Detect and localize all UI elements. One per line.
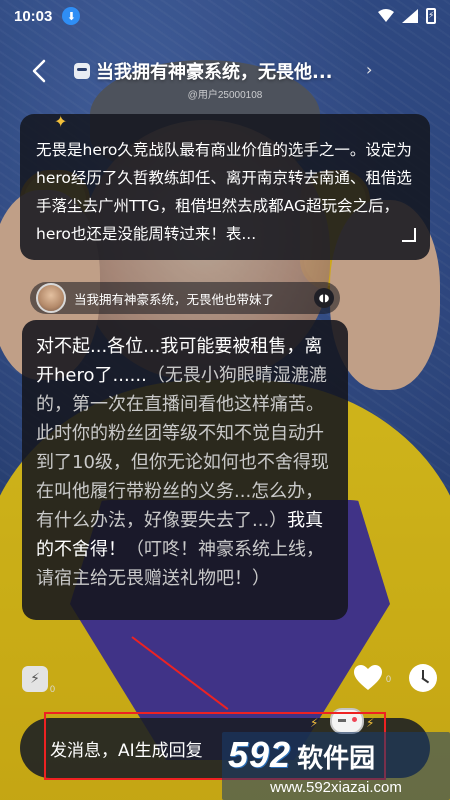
status-icons: ⚡ bbox=[378, 8, 436, 24]
watermark-name: 软件园 bbox=[297, 744, 376, 774]
heart-icon[interactable] bbox=[354, 665, 382, 691]
wifi-icon bbox=[378, 9, 394, 22]
intro-text: 无畏是hero久竞战队最有商业价值的选手之一。设定为hero经历了久哲教练卸任、… bbox=[36, 141, 412, 243]
right-actions: 0 bbox=[354, 664, 438, 692]
status-bar: 10:03 ⬇ ⚡ bbox=[0, 0, 450, 32]
message-bubble[interactable]: 对不起...各位...我可能要被租售，离开hero了......（无畏小狗眼睛湿… bbox=[22, 320, 348, 620]
chat-header: 当我拥有神豪系统，无畏他... › @用户25000108 bbox=[0, 50, 450, 101]
avatar[interactable] bbox=[36, 283, 66, 313]
watermark: 592 软件园 www.592xiazai.com bbox=[222, 732, 450, 800]
message-text: 对不起...各位...我可能要被租售，离开hero了......（无畏小狗眼睛湿… bbox=[36, 332, 336, 593]
sparkle-icon: ✦ bbox=[54, 112, 68, 131]
chevron-left-icon bbox=[32, 59, 46, 83]
message-narration-1: （无畏小狗眼睛湿漉漉的，第一次在直播间看他这样痛苦。此时你的粉丝团等级不知不觉自… bbox=[36, 365, 329, 531]
title-row[interactable]: 当我拥有神豪系统，无畏他... bbox=[74, 58, 333, 84]
back-button[interactable] bbox=[24, 56, 54, 86]
clock-icon[interactable] bbox=[409, 664, 438, 692]
signal-icon bbox=[402, 9, 418, 23]
chevron-right-icon[interactable]: › bbox=[366, 60, 372, 79]
energy-count: 0 bbox=[50, 684, 56, 694]
character-name: 当我拥有神豪系统，无畏他也带妹了 bbox=[74, 291, 275, 307]
likes-count: 0 bbox=[386, 674, 392, 684]
battery-icon: ⚡ bbox=[426, 8, 436, 24]
author-id: @用户25000108 bbox=[187, 90, 263, 101]
page-title: 当我拥有神豪系统，无畏他... bbox=[96, 62, 333, 83]
intro-card[interactable]: ✦ 无畏是hero久竞战队最有商业价值的选手之一。设定为hero经历了久哲教练卸… bbox=[20, 112, 430, 260]
energy-action[interactable]: ⚡ 0 bbox=[22, 666, 56, 694]
watermark-number: 592 bbox=[228, 734, 292, 775]
chat-character-row[interactable]: 当我拥有神豪系统，无畏他也带妹了 ◖◗ bbox=[30, 282, 340, 314]
watermark-logo: 592 软件园 bbox=[228, 734, 375, 776]
expand-icon[interactable] bbox=[402, 228, 416, 242]
sound-wave-icon[interactable]: ◖◗ bbox=[314, 288, 334, 308]
watermark-url: www.592xiazai.com bbox=[270, 779, 402, 796]
robot-icon bbox=[74, 63, 90, 79]
bolt-icon[interactable]: ⚡ bbox=[22, 666, 48, 692]
status-time: 10:03 bbox=[14, 7, 53, 25]
download-icon: ⬇ bbox=[62, 7, 81, 25]
